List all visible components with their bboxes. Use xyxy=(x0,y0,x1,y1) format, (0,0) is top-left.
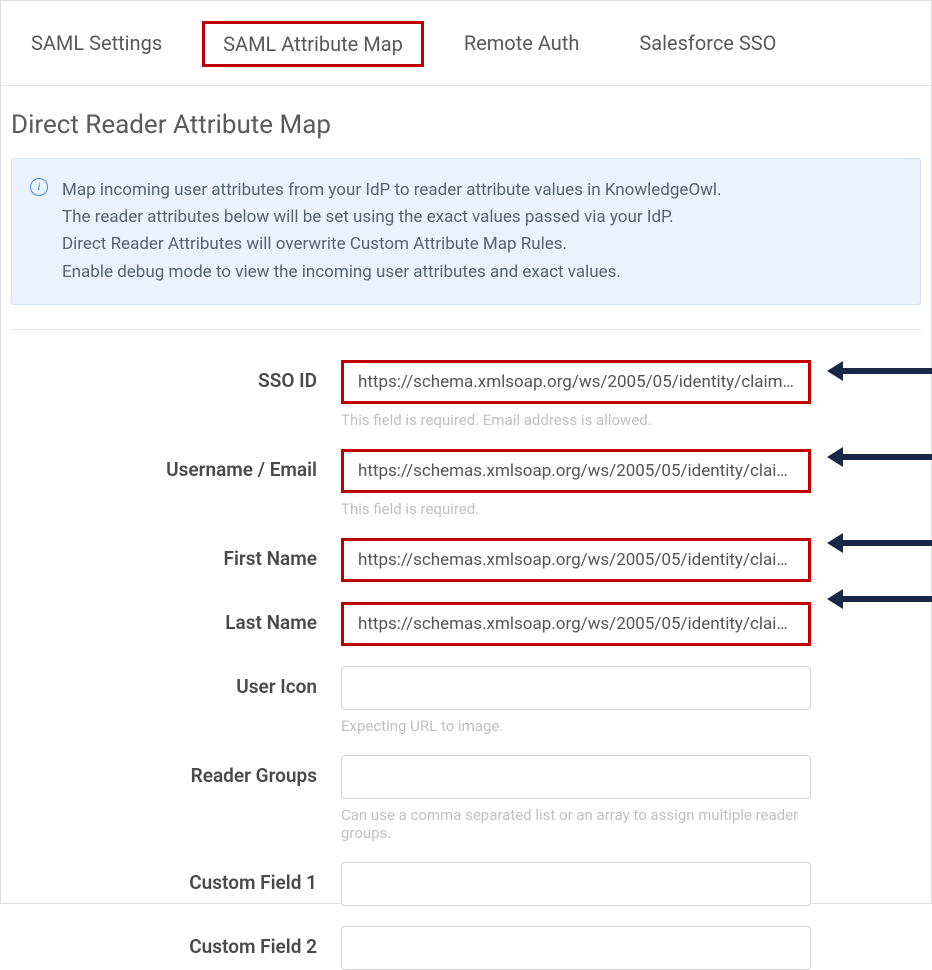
input-custom-1[interactable] xyxy=(341,862,811,906)
label-last-name: Last Name xyxy=(11,602,341,634)
info-line: Enable debug mode to view the incoming u… xyxy=(62,259,900,286)
input-sso-id[interactable] xyxy=(341,360,811,404)
input-first-name[interactable] xyxy=(341,538,811,582)
label-reader-groups: Reader Groups xyxy=(11,755,341,787)
input-last-name[interactable] xyxy=(341,602,811,646)
tab-salesforce-sso[interactable]: Salesforce SSO xyxy=(619,21,796,67)
form-row-sso-id: SSO ID This field is required. Email add… xyxy=(1,360,931,429)
arrow-icon xyxy=(841,540,932,546)
label-user-icon: User Icon xyxy=(11,666,341,698)
page-title: Direct Reader Attribute Map xyxy=(1,86,931,158)
form-row-last-name: Last Name xyxy=(1,602,931,646)
label-username: Username / Email xyxy=(11,449,341,481)
form-row-custom-2: Custom Field 2 xyxy=(1,926,931,970)
form-row-reader-groups: Reader Groups Can use a comma separated … xyxy=(1,755,931,842)
info-line: The reader attributes below will be set … xyxy=(62,204,900,231)
help-reader-groups: Can use a comma separated list or an arr… xyxy=(341,806,811,842)
input-custom-2[interactable] xyxy=(341,926,811,970)
label-sso-id: SSO ID xyxy=(11,360,341,392)
label-custom-1: Custom Field 1 xyxy=(11,862,341,894)
info-box: Map incoming user attributes from your I… xyxy=(11,158,921,305)
input-username[interactable] xyxy=(341,449,811,493)
label-custom-2: Custom Field 2 xyxy=(11,926,341,958)
form-row-username: Username / Email This field is required. xyxy=(1,449,931,518)
arrow-icon xyxy=(841,596,932,602)
input-user-icon[interactable] xyxy=(341,666,811,710)
info-icon xyxy=(30,178,48,196)
info-line: Direct Reader Attributes will overwrite … xyxy=(62,231,900,258)
help-user-icon: Expecting URL to image. xyxy=(341,717,811,735)
form-row-user-icon: User Icon Expecting URL to image. xyxy=(1,666,931,735)
tab-bar: SAML Settings SAML Attribute Map Remote … xyxy=(1,1,931,86)
tab-remote-auth[interactable]: Remote Auth xyxy=(444,21,600,67)
tab-saml-attribute-map[interactable]: SAML Attribute Map xyxy=(202,21,424,67)
tab-saml-settings[interactable]: SAML Settings xyxy=(11,21,182,67)
info-line: Map incoming user attributes from your I… xyxy=(62,177,900,204)
label-first-name: First Name xyxy=(11,538,341,570)
form-row-first-name: First Name xyxy=(1,538,931,582)
help-sso-id: This field is required. Email address is… xyxy=(341,411,811,429)
help-username: This field is required. xyxy=(341,500,811,518)
input-reader-groups[interactable] xyxy=(341,755,811,799)
arrow-icon xyxy=(841,368,932,374)
divider xyxy=(11,329,921,330)
arrow-icon xyxy=(841,454,932,460)
form-row-custom-1: Custom Field 1 xyxy=(1,862,931,906)
